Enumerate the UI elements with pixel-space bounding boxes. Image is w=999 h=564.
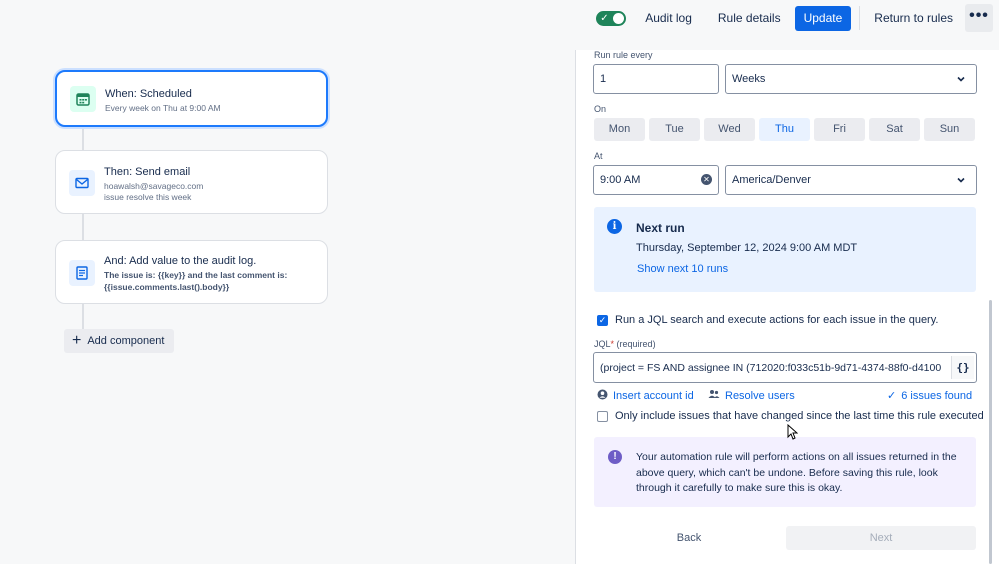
day-tue[interactable]: Tue <box>649 118 700 141</box>
day-sat[interactable]: Sat <box>869 118 920 141</box>
divider <box>859 6 861 30</box>
audit-log-link[interactable]: Audit log <box>645 11 692 25</box>
day-sun[interactable]: Sun <box>924 118 975 141</box>
toggle-knob <box>613 12 625 24</box>
card-subtitle: The issue is: {{key}} and the last comme… <box>104 270 288 280</box>
card-subtitle: {{issue.comments.last().body}} <box>104 282 230 292</box>
more-actions-button[interactable]: ••• <box>965 4 993 32</box>
flow-connector <box>82 214 84 240</box>
top-bar: ✓ Audit log Rule details Update Return t… <box>0 0 999 36</box>
next-run-datetime: Thursday, September 12, 2024 9:00 AM MDT <box>636 242 858 254</box>
time-input[interactable]: 9:00 AM ✕ <box>593 165 719 195</box>
users-icon <box>708 389 720 402</box>
insert-account-id-label: Insert account id <box>613 390 694 402</box>
more-icon: ••• <box>969 7 989 24</box>
panel-scrollbar[interactable] <box>989 300 992 564</box>
issues-found-label: 6 issues found <box>901 389 973 402</box>
check-icon: ✓ <box>600 12 609 24</box>
timezone-select[interactable]: America/Denver <box>725 165 977 195</box>
check-icon: ✓ <box>598 315 607 325</box>
rule-enabled-toggle[interactable]: ✓ <box>596 10 627 26</box>
day-fri[interactable]: Fri <box>814 118 865 141</box>
day-mon[interactable]: Mon <box>594 118 645 141</box>
jql-input[interactable]: (project = FS AND assignee IN (712020:f0… <box>593 352 977 383</box>
time-value: 9:00 AM <box>600 174 641 186</box>
warning-icon: ! <box>608 450 622 464</box>
day-wed[interactable]: Wed <box>704 118 755 141</box>
trigger-card-scheduled[interactable]: When: Scheduled Every week on Thu at 9:0… <box>55 70 328 127</box>
jql-label-text: JQL <box>594 339 611 349</box>
jql-value: (project = FS AND assignee IN (712020:f0… <box>600 362 942 374</box>
resolve-users-label: Resolve users <box>725 389 795 402</box>
run-every-input[interactable]: 1 <box>593 64 719 94</box>
mail-icon <box>69 170 95 196</box>
run-every-label: Run rule every <box>594 50 653 60</box>
jql-label: JQL* (required) <box>594 339 656 349</box>
period-select[interactable]: Weeks <box>725 64 977 94</box>
only-changed-checkbox[interactable] <box>597 411 608 422</box>
plus-icon: + <box>72 332 82 349</box>
timezone-value: America/Denver <box>732 174 811 186</box>
card-title: And: Add value to the audit log. <box>104 255 257 267</box>
action-card-send-email[interactable]: Then: Send email hoawalsh@savageco.com i… <box>55 150 328 214</box>
mouse-cursor-icon <box>787 424 798 440</box>
required-text: (required) <box>616 339 656 349</box>
issues-found-status: ✓ 6 issues found <box>887 389 973 403</box>
next-run-panel: i Next run Thursday, September 12, 2024 … <box>594 207 976 292</box>
flow-connector <box>82 127 84 150</box>
show-next-runs-link[interactable]: Show next 10 runs <box>637 263 728 275</box>
calendar-icon <box>70 86 96 112</box>
info-icon: i <box>607 219 622 234</box>
clear-icon[interactable]: ✕ <box>701 174 712 185</box>
run-every-value: 1 <box>600 73 607 85</box>
warning-text: Your automation rule will perform action… <box>636 451 957 494</box>
chevron-down-icon <box>957 76 965 82</box>
document-icon <box>69 260 95 286</box>
required-asterisk: * <box>610 339 615 349</box>
back-button[interactable]: Back <box>660 526 718 550</box>
action-card-audit-log[interactable]: And: Add value to the audit log. The iss… <box>55 240 328 304</box>
card-title: Then: Send email <box>104 166 191 178</box>
rule-details-link[interactable]: Rule details <box>718 11 781 25</box>
braces-icon[interactable]: {} <box>951 356 974 379</box>
on-label: On <box>594 104 607 114</box>
card-subtitle: Every week on Thu at 9:00 AM <box>105 103 221 113</box>
only-changed-label: Only include issues that have changed si… <box>615 410 984 422</box>
next-button[interactable]: Next <box>786 526 976 550</box>
add-component-button[interactable]: + Add component <box>64 329 175 353</box>
period-value: Weeks <box>732 73 766 85</box>
update-button[interactable]: Update <box>794 5 852 31</box>
next-run-heading: Next run <box>636 221 685 235</box>
at-label: At <box>594 151 603 161</box>
insert-account-id-button[interactable]: Insert account id <box>597 389 694 403</box>
jql-search-checkbox[interactable]: ✓ <box>597 315 608 326</box>
day-selector: Mon Tue Wed Thu Fri Sat Sun <box>594 118 975 141</box>
flow-connector <box>82 304 84 330</box>
user-icon <box>597 389 608 403</box>
warning-panel: ! Your automation rule will perform acti… <box>594 437 976 507</box>
return-to-rules-button[interactable]: Return to rules <box>874 11 953 25</box>
check-icon: ✓ <box>887 390 897 402</box>
day-thu[interactable]: Thu <box>759 118 810 141</box>
add-component-label: Add component <box>87 335 165 347</box>
card-subtitle: hoawalsh@savageco.com <box>104 181 204 191</box>
chevron-down-icon <box>957 177 965 183</box>
resolve-users-button[interactable]: Resolve users <box>708 389 795 402</box>
jql-search-label: Run a JQL search and execute actions for… <box>615 314 939 326</box>
card-title: When: Scheduled <box>105 88 192 100</box>
card-subtitle: issue resolve this week <box>104 192 192 202</box>
